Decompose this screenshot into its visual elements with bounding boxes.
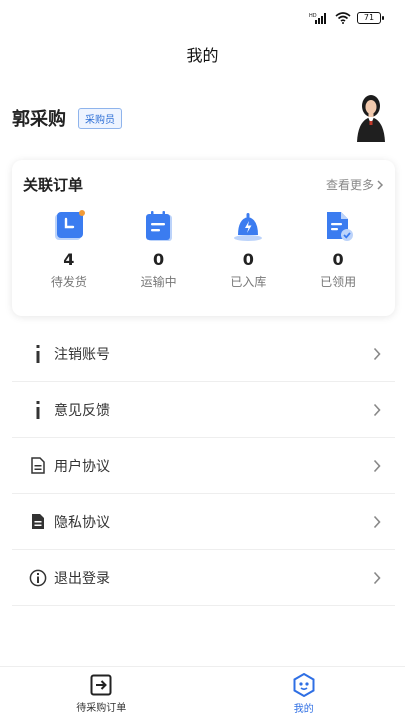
tab-mine[interactable]: 我的 bbox=[203, 667, 405, 720]
calendar-icon bbox=[141, 208, 177, 244]
bell-icon bbox=[230, 208, 266, 244]
chevron-right-icon bbox=[373, 571, 381, 585]
tab-label: 我的 bbox=[293, 703, 314, 715]
document-filled-icon bbox=[28, 512, 48, 532]
orders-title: 关联订单 bbox=[23, 176, 84, 194]
menu-item-cancel-account[interactable]: 注销账号 bbox=[12, 326, 395, 382]
info-circle-icon bbox=[28, 568, 48, 588]
chevron-right-icon bbox=[373, 403, 381, 417]
arrow-box-icon bbox=[90, 674, 112, 695]
cellular-signal-icon: HD bbox=[309, 13, 326, 24]
stat-count: 0 bbox=[332, 250, 344, 269]
stat-pending-shipment[interactable]: 4 待发货 bbox=[34, 208, 104, 290]
menu-item-label: 隐私协议 bbox=[54, 514, 110, 531]
battery-indicator: 71 bbox=[357, 12, 384, 24]
tab-pending-purchase-orders[interactable]: 待采购订单 bbox=[0, 667, 203, 720]
status-bar: HD 71 bbox=[0, 0, 405, 36]
orders-header: 关联订单 查看更多 bbox=[23, 174, 384, 195]
clock-icon bbox=[51, 208, 87, 244]
avatar[interactable] bbox=[351, 90, 391, 142]
menu-item-privacy-policy[interactable]: 隐私协议 bbox=[12, 494, 395, 550]
stat-count: 0 bbox=[242, 250, 254, 269]
info-icon bbox=[28, 344, 48, 364]
stat-in-warehouse[interactable]: 0 已入库 bbox=[213, 208, 283, 290]
wifi-icon bbox=[335, 12, 351, 24]
profile-section: 郭采购 采购员 bbox=[12, 90, 393, 146]
page-title: 我的 bbox=[186, 46, 219, 65]
view-more-link[interactable]: 查看更多 bbox=[326, 176, 384, 193]
hexagon-face-icon bbox=[293, 672, 315, 697]
chevron-right-icon bbox=[373, 459, 381, 473]
tab-label: 待采购订单 bbox=[76, 702, 127, 714]
role-badge: 采购员 bbox=[78, 107, 122, 129]
stat-in-transit[interactable]: 0 运输中 bbox=[124, 208, 194, 290]
menu-item-label: 退出登录 bbox=[54, 570, 110, 587]
stat-label: 已入库 bbox=[230, 275, 267, 289]
bottom-tab-bar: 待采购订单 我的 bbox=[0, 666, 405, 720]
stat-label: 待发货 bbox=[50, 275, 87, 289]
menu-item-feedback[interactable]: 意见反馈 bbox=[12, 382, 395, 438]
related-orders-card: 关联订单 查看更多 4 待发货 0 运输中 0 已入库 0 已领用 bbox=[12, 160, 395, 316]
view-more-label: 查看更多 bbox=[325, 178, 374, 192]
document-check-icon bbox=[320, 208, 356, 244]
stat-count: 0 bbox=[153, 250, 165, 269]
user-name: 郭采购 bbox=[12, 109, 66, 130]
menu-item-label: 用户协议 bbox=[54, 458, 110, 475]
chevron-right-icon bbox=[377, 179, 384, 190]
chevron-right-icon bbox=[373, 515, 381, 529]
stat-received[interactable]: 0 已领用 bbox=[303, 208, 373, 290]
stat-label: 已领用 bbox=[320, 275, 357, 289]
menu-item-user-agreement[interactable]: 用户协议 bbox=[12, 438, 395, 494]
stat-count: 4 bbox=[63, 250, 75, 269]
menu-item-label: 意见反馈 bbox=[54, 402, 110, 419]
settings-menu: 注销账号 意见反馈 用户协议 隐私协议 退出登录 bbox=[12, 326, 395, 606]
info-icon bbox=[28, 400, 48, 420]
stat-label: 运输中 bbox=[140, 275, 177, 289]
chevron-right-icon bbox=[373, 347, 381, 361]
menu-item-label: 注销账号 bbox=[54, 346, 110, 363]
svg-text:HD: HD bbox=[309, 13, 317, 19]
order-stats: 4 待发货 0 运输中 0 已入库 0 已领用 bbox=[12, 208, 395, 290]
document-outline-icon bbox=[28, 456, 48, 476]
menu-item-logout[interactable]: 退出登录 bbox=[12, 550, 395, 606]
